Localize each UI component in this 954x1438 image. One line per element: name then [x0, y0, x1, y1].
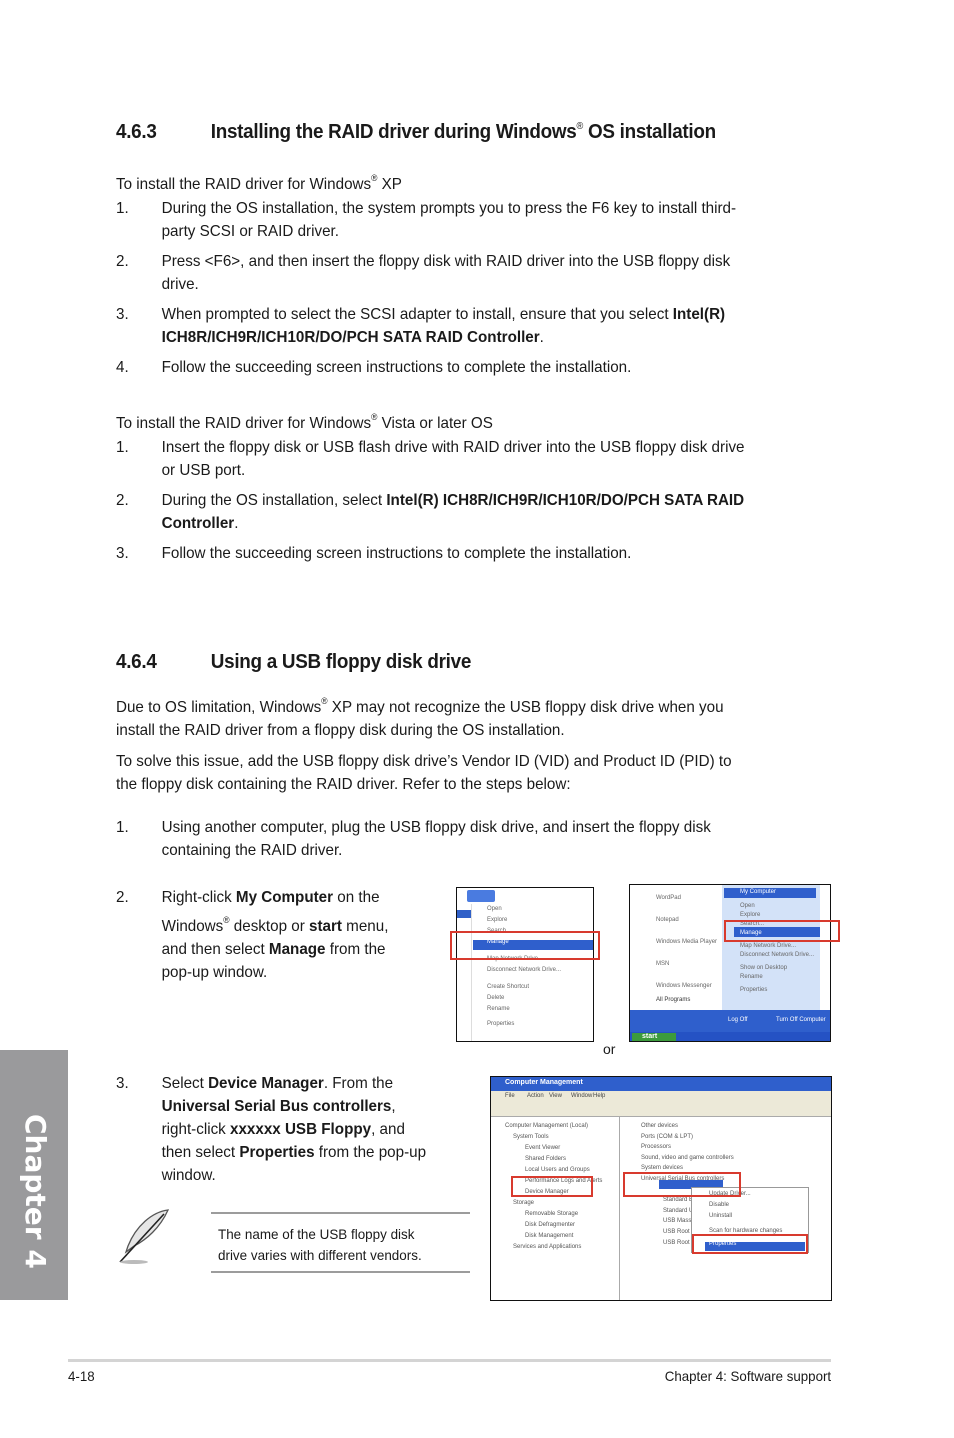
highlight-box-device-manager: [511, 1176, 593, 1197]
menu-view: View: [549, 1093, 562, 1099]
note-bottom-rule: [211, 1271, 470, 1273]
context-item: Disable: [709, 1202, 730, 1208]
context-menu-item: Create Shortcut: [487, 984, 530, 990]
note-text: The name of the USB floppy disk drive var…: [218, 1226, 422, 1263]
all-programs-item: All Programs: [656, 997, 691, 1003]
tree-item: Local Users and Groups: [525, 1167, 590, 1173]
tree-item: System Tools: [513, 1134, 549, 1140]
context-menu-item: Rename: [487, 1006, 510, 1012]
screenshot-context-menu: Open Explore Search... Manage Map Network Dr…: [456, 887, 594, 1042]
highlight-box-manage: [450, 931, 600, 960]
device-item: System devices: [641, 1165, 684, 1172]
tree-item: Shared Folders: [525, 1156, 567, 1162]
feather-pen-icon: [119, 1209, 170, 1264]
context-menu-item: Open: [487, 906, 502, 912]
device-item: Sound, video and game controllers: [641, 1154, 734, 1161]
menu-file: File: [505, 1093, 515, 1099]
usb-para-2: To solve this issue, add the USB floppy …: [116, 753, 732, 793]
section-title: Using a USB floppy disk drive: [210, 650, 472, 673]
start-menu-program: Windows Messenger: [656, 983, 712, 989]
context-menu-item: Disconnect Network Drive...: [487, 967, 562, 973]
footer-chapter-title: Chapter 4: Software support: [664, 1368, 831, 1384]
start-context-item: Map Network Drive...: [740, 943, 797, 949]
tree-item: Services and Applications: [513, 1244, 582, 1250]
taskbar-action: Log Off: [728, 1017, 748, 1023]
context-item: Uninstall: [709, 1213, 733, 1219]
device-item: Processors: [641, 1144, 672, 1151]
tree-item: Computer Management (Local): [505, 1123, 589, 1129]
start-context-item: Show on Desktop: [740, 965, 788, 971]
page-number: 4-18: [68, 1368, 95, 1384]
or-label: or: [603, 1041, 616, 1057]
note-top-rule: [211, 1212, 470, 1214]
section-heading-4-6-4: 4.6.4 Using a USB floppy disk drive: [116, 650, 471, 674]
tree-item: Disk Defragmenter: [525, 1222, 576, 1228]
menu-help: Help: [593, 1093, 606, 1099]
usb-para-1: Due to OS limitation, Windows® XP may no…: [116, 696, 724, 739]
section-number: 4.6.4: [116, 650, 157, 673]
window-title: Computer Management: [505, 1079, 583, 1086]
context-menu-item: Delete: [487, 995, 505, 1001]
toolbar: [491, 1103, 831, 1117]
section-title: Installing the RAID driver during Window…: [210, 120, 577, 143]
context-menu-item: Properties: [487, 1021, 515, 1027]
section-number: 4.6.3: [116, 120, 157, 143]
start-menu-program: Notepad: [656, 917, 679, 923]
xp-intro: To install the RAID driver for Windows® …: [116, 173, 402, 193]
start-context-item: Disconnect Network Drive...: [740, 952, 815, 958]
start-menu-program: WordPad: [656, 895, 681, 901]
my-computer-label: My Computer: [740, 889, 777, 895]
tree-item: Storage: [513, 1200, 535, 1206]
footer-rule: [68, 1359, 831, 1362]
chapter-side-tab: Chapter 4: [0, 1050, 68, 1300]
start-context-item: Rename: [740, 974, 763, 980]
start-button: start: [632, 1033, 676, 1041]
highlight-box-usb-controllers: [623, 1172, 741, 1197]
chapter-tab-label: Chapter 4: [19, 1114, 52, 1269]
start-context-item: Explore: [740, 912, 761, 918]
start-context-item: Properties: [740, 987, 768, 993]
highlight-box-properties: [692, 1234, 808, 1254]
section-heading-4-6-3: 4.6.3 Installing the RAID driver during W…: [116, 120, 716, 143]
my-computer-icon: [467, 890, 495, 902]
start-menu-program: MSN: [656, 961, 670, 967]
tree-item: Event Viewer: [525, 1145, 561, 1151]
device-item: Other devices: [641, 1123, 679, 1129]
taskbar-action: Turn Off Computer: [776, 1017, 826, 1023]
start-context-item: Open: [740, 903, 755, 909]
tree-item: Disk Management: [525, 1233, 574, 1239]
menu-window: Window: [571, 1093, 593, 1099]
screenshot-start-menu: start WordPad Notepad Windows Media Player…: [629, 884, 831, 1042]
start-menu-program: Windows Media Player: [656, 939, 718, 945]
menu-action: Action: [527, 1093, 544, 1099]
vista-intro: To install the RAID driver for Windows® …: [116, 412, 493, 432]
device-item: Ports (COM & LPT): [641, 1133, 694, 1140]
tree-item: Removable Storage: [525, 1211, 579, 1217]
context-menu-item: Explore: [487, 917, 508, 923]
highlight-box-manage-start: [724, 920, 840, 942]
